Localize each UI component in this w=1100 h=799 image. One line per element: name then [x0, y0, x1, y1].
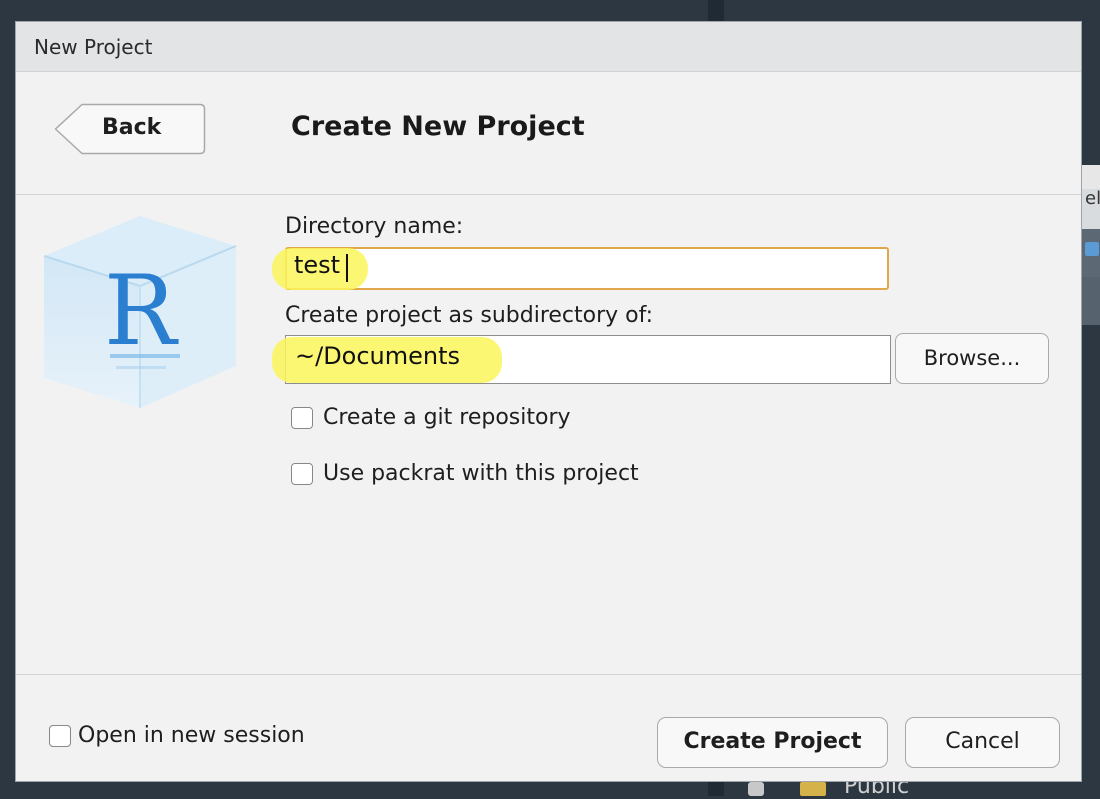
text-caret	[346, 254, 348, 282]
folder-icon	[800, 782, 826, 796]
new-session-option[interactable]: Open in new session	[49, 723, 305, 748]
new-session-label: Open in new session	[78, 723, 305, 748]
create-project-button[interactable]: Create Project	[657, 717, 888, 768]
git-repo-label: Create a git repository	[323, 405, 571, 430]
subdirectory-value: ~/Documents	[295, 342, 461, 370]
background-toggle-icon	[748, 782, 764, 796]
new-session-checkbox[interactable]	[49, 724, 71, 747]
back-button[interactable]: Back	[54, 103, 206, 155]
browse-button[interactable]: Browse...	[895, 333, 1049, 384]
dialog-title: New Project	[34, 35, 153, 59]
background-arrow-icon	[1085, 242, 1099, 256]
header-divider	[16, 194, 1081, 195]
background-partial-text: el	[1085, 188, 1100, 209]
cancel-button[interactable]: Cancel	[905, 717, 1060, 768]
new-project-dialog: New Project Back Create New Project R Di…	[15, 21, 1082, 782]
packrat-option[interactable]: Use packrat with this project	[291, 461, 639, 486]
directory-name-input[interactable]	[285, 247, 889, 290]
git-repo-checkbox[interactable]	[291, 406, 313, 429]
r-project-logo: R	[43, 216, 237, 408]
packrat-checkbox[interactable]	[291, 462, 313, 485]
directory-name-label: Directory name:	[285, 214, 464, 239]
git-repo-option[interactable]: Create a git repository	[291, 405, 571, 430]
page-title: Create New Project	[291, 111, 585, 142]
dialog-titlebar: New Project	[16, 22, 1081, 72]
back-button-label: Back	[102, 115, 162, 140]
subdirectory-label: Create project as subdirectory of:	[285, 303, 653, 328]
directory-name-value: test	[294, 251, 341, 279]
packrat-label: Use packrat with this project	[323, 461, 639, 486]
r-logo-letter: R	[104, 255, 179, 367]
footer-divider	[16, 674, 1081, 675]
